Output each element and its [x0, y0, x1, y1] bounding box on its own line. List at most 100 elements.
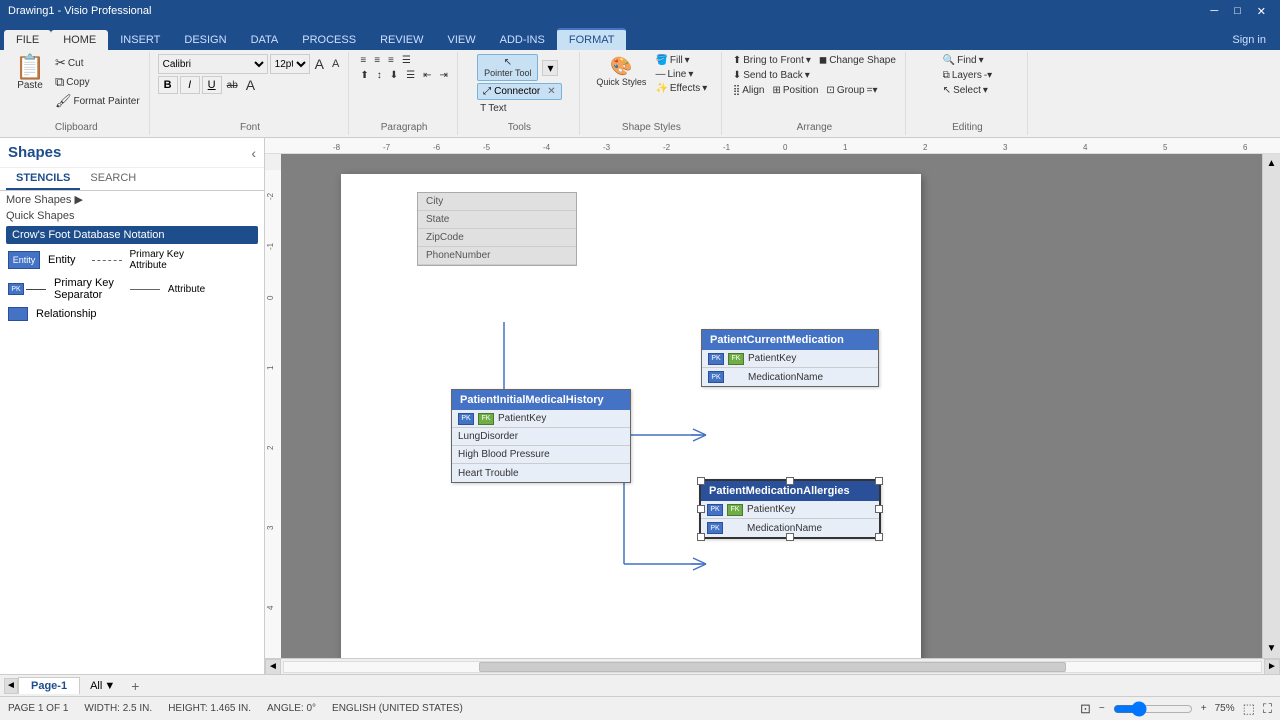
- effects-button[interactable]: ✨ Effects▾: [652, 82, 710, 95]
- selection-handle-bl[interactable]: [697, 533, 705, 541]
- tab-insert[interactable]: INSERT: [108, 30, 172, 50]
- entity-label: Entity: [48, 254, 76, 266]
- pointer-tool-button[interactable]: ↖ Pointer Tool: [477, 54, 538, 81]
- tab-file[interactable]: FILE: [4, 30, 51, 50]
- scroll-down-button[interactable]: ▼: [1263, 643, 1280, 654]
- italic-button[interactable]: I: [180, 76, 200, 94]
- connector-button[interactable]: ⤢ Connector ✕: [477, 83, 562, 100]
- tab-home[interactable]: HOME: [51, 30, 108, 50]
- tab-view[interactable]: VIEW: [435, 30, 487, 50]
- table-patientCurrentMed[interactable]: PatientCurrentMedication PK FK PatientKe…: [701, 329, 879, 387]
- justify-button[interactable]: ☰: [399, 54, 414, 67]
- scroll-up-button[interactable]: ▲: [1263, 158, 1280, 169]
- maximize-button[interactable]: □: [1228, 5, 1247, 18]
- canvas[interactable]: City State ZipCode PhoneNumber PatientIn…: [281, 154, 1280, 658]
- tab-format[interactable]: FORMAT: [557, 28, 627, 50]
- selection-handle-tm[interactable]: [786, 477, 794, 485]
- layers-button[interactable]: ⧉ Layers -▾: [940, 69, 996, 82]
- sidebar-tab-stencils[interactable]: STENCILS: [6, 168, 80, 190]
- change-shape-button[interactable]: ◼ Change Shape: [816, 54, 899, 67]
- align-left-button[interactable]: ≡: [357, 54, 369, 67]
- selection-handle-br[interactable]: [875, 533, 883, 541]
- indent-increase-button[interactable]: ⇥: [436, 69, 450, 82]
- selection-handle-tr[interactable]: [875, 477, 883, 485]
- quick-styles-button[interactable]: 🎨 Quick Styles: [592, 54, 650, 95]
- effects-icon: ✨: [655, 83, 667, 94]
- format-painter-button[interactable]: 🖌 Format Painter: [52, 92, 143, 110]
- tab-process[interactable]: PROCESS: [290, 30, 368, 50]
- selection-handle-ml[interactable]: [697, 505, 705, 513]
- stencil-entity[interactable]: Entity Entity Primary KeyAttribute: [0, 246, 264, 274]
- selection-handle-tl[interactable]: [697, 477, 705, 485]
- minimize-button[interactable]: ─: [1204, 5, 1224, 18]
- paste-button[interactable]: 📋 Paste: [10, 54, 50, 93]
- position-button[interactable]: ⊞ Position: [769, 84, 821, 97]
- align-button[interactable]: ⣿ Align: [730, 84, 768, 97]
- fit-width-button[interactable]: ⬚: [1243, 701, 1255, 717]
- text-button[interactable]: T Text: [477, 102, 509, 115]
- tab-design[interactable]: DESIGN: [172, 30, 238, 50]
- line-button[interactable]: — Line▾: [652, 68, 710, 81]
- fullscreen-button[interactable]: ⛶: [1263, 701, 1272, 717]
- sign-in-button[interactable]: Sign in: [1222, 30, 1276, 50]
- table-patientInitial[interactable]: PatientInitialMedicalHistory PK FK Patie…: [451, 389, 631, 483]
- sidebar-section-quick-shapes[interactable]: Quick Shapes: [0, 208, 264, 224]
- sidebar-collapse-button[interactable]: ‹: [251, 145, 256, 161]
- zoom-out-button[interactable]: −: [1099, 703, 1105, 714]
- table-patientMedAllergies[interactable]: PatientMedicationAllergies PK FK Patient…: [699, 479, 881, 539]
- align-center-button[interactable]: ≡: [371, 54, 383, 67]
- underline-button[interactable]: U: [202, 76, 222, 94]
- sidebar-section-crowsfoot[interactable]: Crow's Foot Database Notation: [0, 224, 264, 246]
- stencil-pk-separator[interactable]: PK Primary KeySeparator Attribute: [0, 274, 264, 304]
- tab-addins[interactable]: ADD-INS: [488, 30, 557, 50]
- page-scroll-left[interactable]: ◄: [4, 678, 18, 694]
- increase-font-button[interactable]: A: [312, 55, 327, 73]
- sidebar-tab-search[interactable]: SEARCH: [80, 168, 146, 190]
- add-page-button[interactable]: +: [123, 676, 147, 696]
- zoom-in-button[interactable]: +: [1201, 703, 1207, 714]
- select-button[interactable]: ↖ Select▾: [940, 84, 991, 97]
- decrease-font-button[interactable]: A: [329, 57, 342, 71]
- ribbon-group-paragraph: ≡ ≡ ≡ ☰ ⬆ ↕ ⬇ ☰ ⇤ ⇥ Paragraph: [351, 52, 458, 135]
- line-icon: —: [655, 69, 665, 80]
- crowsfoot-title[interactable]: Crow's Foot Database Notation: [6, 226, 258, 244]
- find-button[interactable]: 🔍 Find▾: [940, 54, 987, 67]
- stencil-relationship[interactable]: Relationship: [0, 304, 264, 324]
- strikethrough-button[interactable]: ab: [224, 79, 241, 92]
- page-tab-1[interactable]: Page-1: [18, 677, 80, 694]
- fill-button[interactable]: 🪣 Fill▾: [652, 54, 710, 67]
- group-button[interactable]: ⊡ Group =▾: [823, 84, 880, 97]
- copy-button[interactable]: ⧉ Copy: [52, 73, 143, 91]
- all-pages-button[interactable]: All ▼: [82, 678, 123, 694]
- close-button[interactable]: ✕: [1251, 5, 1272, 18]
- bring-to-front-button[interactable]: ⬆ Bring to Front▾: [730, 54, 814, 67]
- gray-table[interactable]: City State ZipCode PhoneNumber: [417, 192, 577, 266]
- font-family-select[interactable]: Calibri: [158, 54, 268, 74]
- bottom-align-button[interactable]: ⬇: [387, 69, 401, 82]
- pointer-tool-dropdown[interactable]: ▾: [542, 60, 558, 76]
- send-to-back-button[interactable]: ⬇ Send to Back▾: [730, 69, 813, 82]
- selection-handle-bm[interactable]: [786, 533, 794, 541]
- list-button[interactable]: ☰: [403, 69, 418, 82]
- connector-close[interactable]: ✕: [547, 86, 555, 97]
- scroll-right-button[interactable]: ►: [1264, 659, 1280, 675]
- selection-handle-mr[interactable]: [875, 505, 883, 513]
- font-size-select[interactable]: 12pt.: [270, 54, 310, 74]
- right-scrollbar[interactable]: ▲ ▼: [1262, 154, 1280, 658]
- tab-data[interactable]: DATA: [239, 30, 291, 50]
- sidebar-section-more-shapes[interactable]: More Shapes ▶: [0, 191, 264, 208]
- top-align-button[interactable]: ⬆: [357, 69, 371, 82]
- scroll-thumb[interactable]: [479, 662, 1065, 672]
- svg-text:0: 0: [266, 295, 275, 300]
- cut-button[interactable]: ✂ Cut: [52, 54, 143, 72]
- indent-decrease-button[interactable]: ⇤: [420, 69, 434, 82]
- font-color-button[interactable]: A: [243, 76, 258, 94]
- fit-page-button[interactable]: ⊡: [1080, 701, 1091, 717]
- scroll-left-button[interactable]: ◄: [265, 659, 281, 675]
- tab-review[interactable]: REVIEW: [368, 30, 435, 50]
- bold-button[interactable]: B: [158, 76, 178, 94]
- zoom-slider[interactable]: [1113, 701, 1193, 717]
- align-right-button[interactable]: ≡: [385, 54, 397, 67]
- middle-align-button[interactable]: ↕: [374, 69, 385, 82]
- scroll-track[interactable]: [283, 661, 1262, 673]
